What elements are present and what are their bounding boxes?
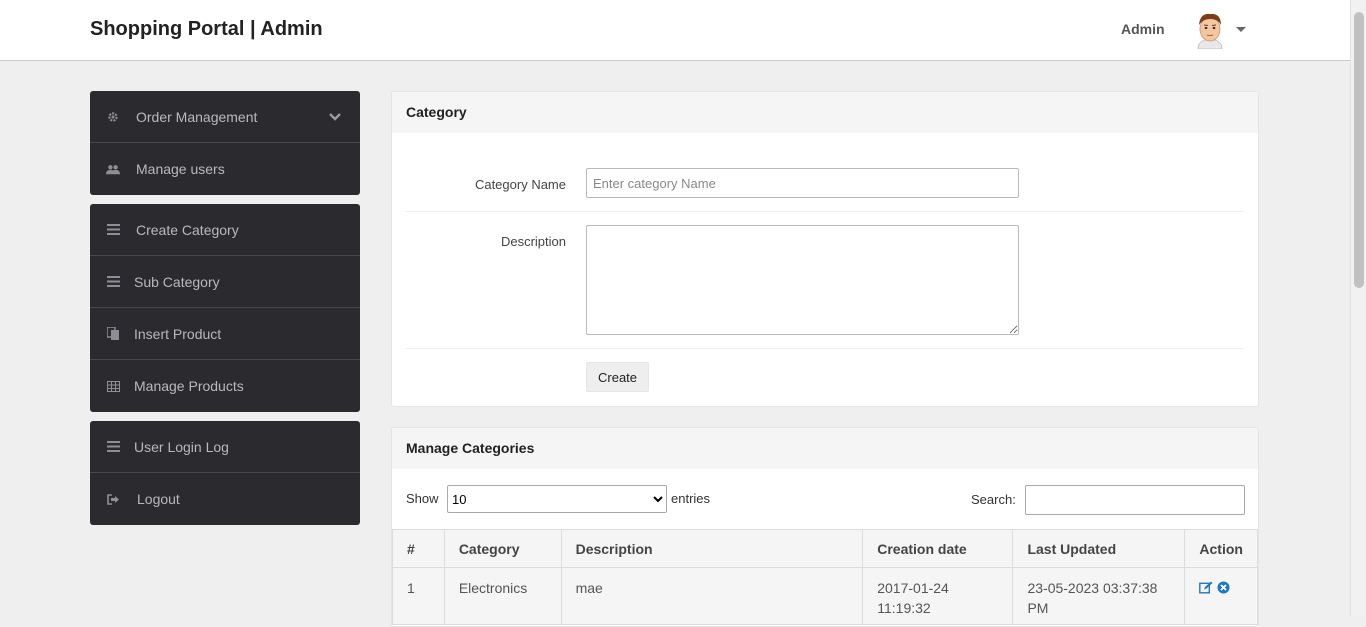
scrollbar-thumb[interactable] xyxy=(1354,12,1364,288)
sidebar-item-label: Sub Category xyxy=(134,273,220,290)
column-header-category[interactable]: Category xyxy=(443,529,562,568)
column-header-creation-date[interactable]: Creation date xyxy=(862,529,1014,568)
search-label: Search: xyxy=(971,492,1016,507)
description-textarea[interactable] xyxy=(586,225,1019,335)
edit-icon[interactable] xyxy=(1199,579,1213,599)
list-icon xyxy=(106,440,120,454)
signout-icon xyxy=(106,492,120,506)
search-input[interactable] xyxy=(1025,485,1245,515)
avatar-icon xyxy=(1197,13,1223,50)
show-label: Show xyxy=(406,491,439,506)
create-button[interactable]: Create xyxy=(586,362,650,392)
sidebar-item-label: Manage users xyxy=(136,161,225,177)
sidebar-item-user-login-log[interactable]: User Login Log xyxy=(90,421,360,473)
table-header-row: # Category Description Creation date Las… xyxy=(392,529,1258,568)
column-header-action[interactable]: Action xyxy=(1184,529,1258,568)
sidebar-item-logout[interactable]: Logout xyxy=(90,473,360,525)
column-header-last-updated[interactable]: Last Updated xyxy=(1012,529,1186,568)
sidebar-item-create-category[interactable]: Create Category xyxy=(90,204,360,256)
category-panel: Category Category Name Description Creat… xyxy=(391,91,1259,407)
sidebar-item-label: Order Management xyxy=(136,108,258,125)
category-name-row: Category Name xyxy=(406,133,1244,212)
sidebar-group-orders: Order Management Manage users xyxy=(90,91,360,195)
user-menu-caret-icon[interactable] xyxy=(1236,27,1246,32)
sidebar-group-account: User Login Log Logout xyxy=(90,421,360,525)
description-label: Description xyxy=(500,234,566,249)
column-header-number[interactable]: # xyxy=(392,529,445,568)
manage-categories-panel: Manage Categories Show 10 entries Search… xyxy=(391,427,1259,627)
brand-title[interactable]: Shopping Portal | Admin xyxy=(90,18,323,41)
form-actions-row: Create xyxy=(392,349,1258,407)
user-label[interactable]: Admin xyxy=(1121,21,1165,37)
manage-categories-title: Manage Categories xyxy=(392,428,1258,469)
top-navbar: Shopping Portal | Admin Admin xyxy=(0,0,1350,61)
category-name-label: Category Name xyxy=(474,177,566,192)
column-header-description[interactable]: Description xyxy=(560,529,864,568)
chevron-down-icon xyxy=(328,109,342,125)
sidebar-item-label: Create Category xyxy=(136,221,239,238)
sidebar-group-catalog: Create Category Sub Category Insert Prod… xyxy=(90,204,360,412)
entries-select[interactable]: 10 xyxy=(447,485,667,513)
table-icon xyxy=(106,379,120,393)
datatable-controls: Show 10 entries Search: xyxy=(392,469,1258,529)
copy-icon xyxy=(106,327,120,341)
sidebar-item-order-management[interactable]: Order Management xyxy=(90,91,360,143)
sidebar-item-manage-users[interactable]: Manage users xyxy=(90,143,360,195)
list-icon xyxy=(106,223,120,237)
sidebar-item-label: User Login Log xyxy=(134,438,229,455)
sidebar-item-label: Logout xyxy=(137,491,180,507)
description-row: Description xyxy=(406,212,1244,349)
page-scrollbar[interactable] xyxy=(1350,0,1366,616)
sidebar-item-label: Insert Product xyxy=(134,325,222,342)
entries-label: entries xyxy=(671,491,711,506)
category-name-input[interactable] xyxy=(586,168,1019,198)
category-panel-title: Category xyxy=(392,92,1258,133)
delete-icon[interactable] xyxy=(1217,579,1230,599)
sidebar-item-insert-product[interactable]: Insert Product xyxy=(90,308,360,360)
gear-icon xyxy=(106,110,120,124)
sidebar-item-sub-category[interactable]: Sub Category xyxy=(90,256,360,308)
sidebar-item-manage-products[interactable]: Manage Products xyxy=(90,360,360,412)
categories-table: # Category Description Creation date Las… xyxy=(392,529,1258,625)
sidebar-item-label: Manage Products xyxy=(134,378,244,394)
users-icon xyxy=(106,162,120,176)
list-icon xyxy=(106,275,120,289)
user-avatar[interactable] xyxy=(1194,11,1226,50)
